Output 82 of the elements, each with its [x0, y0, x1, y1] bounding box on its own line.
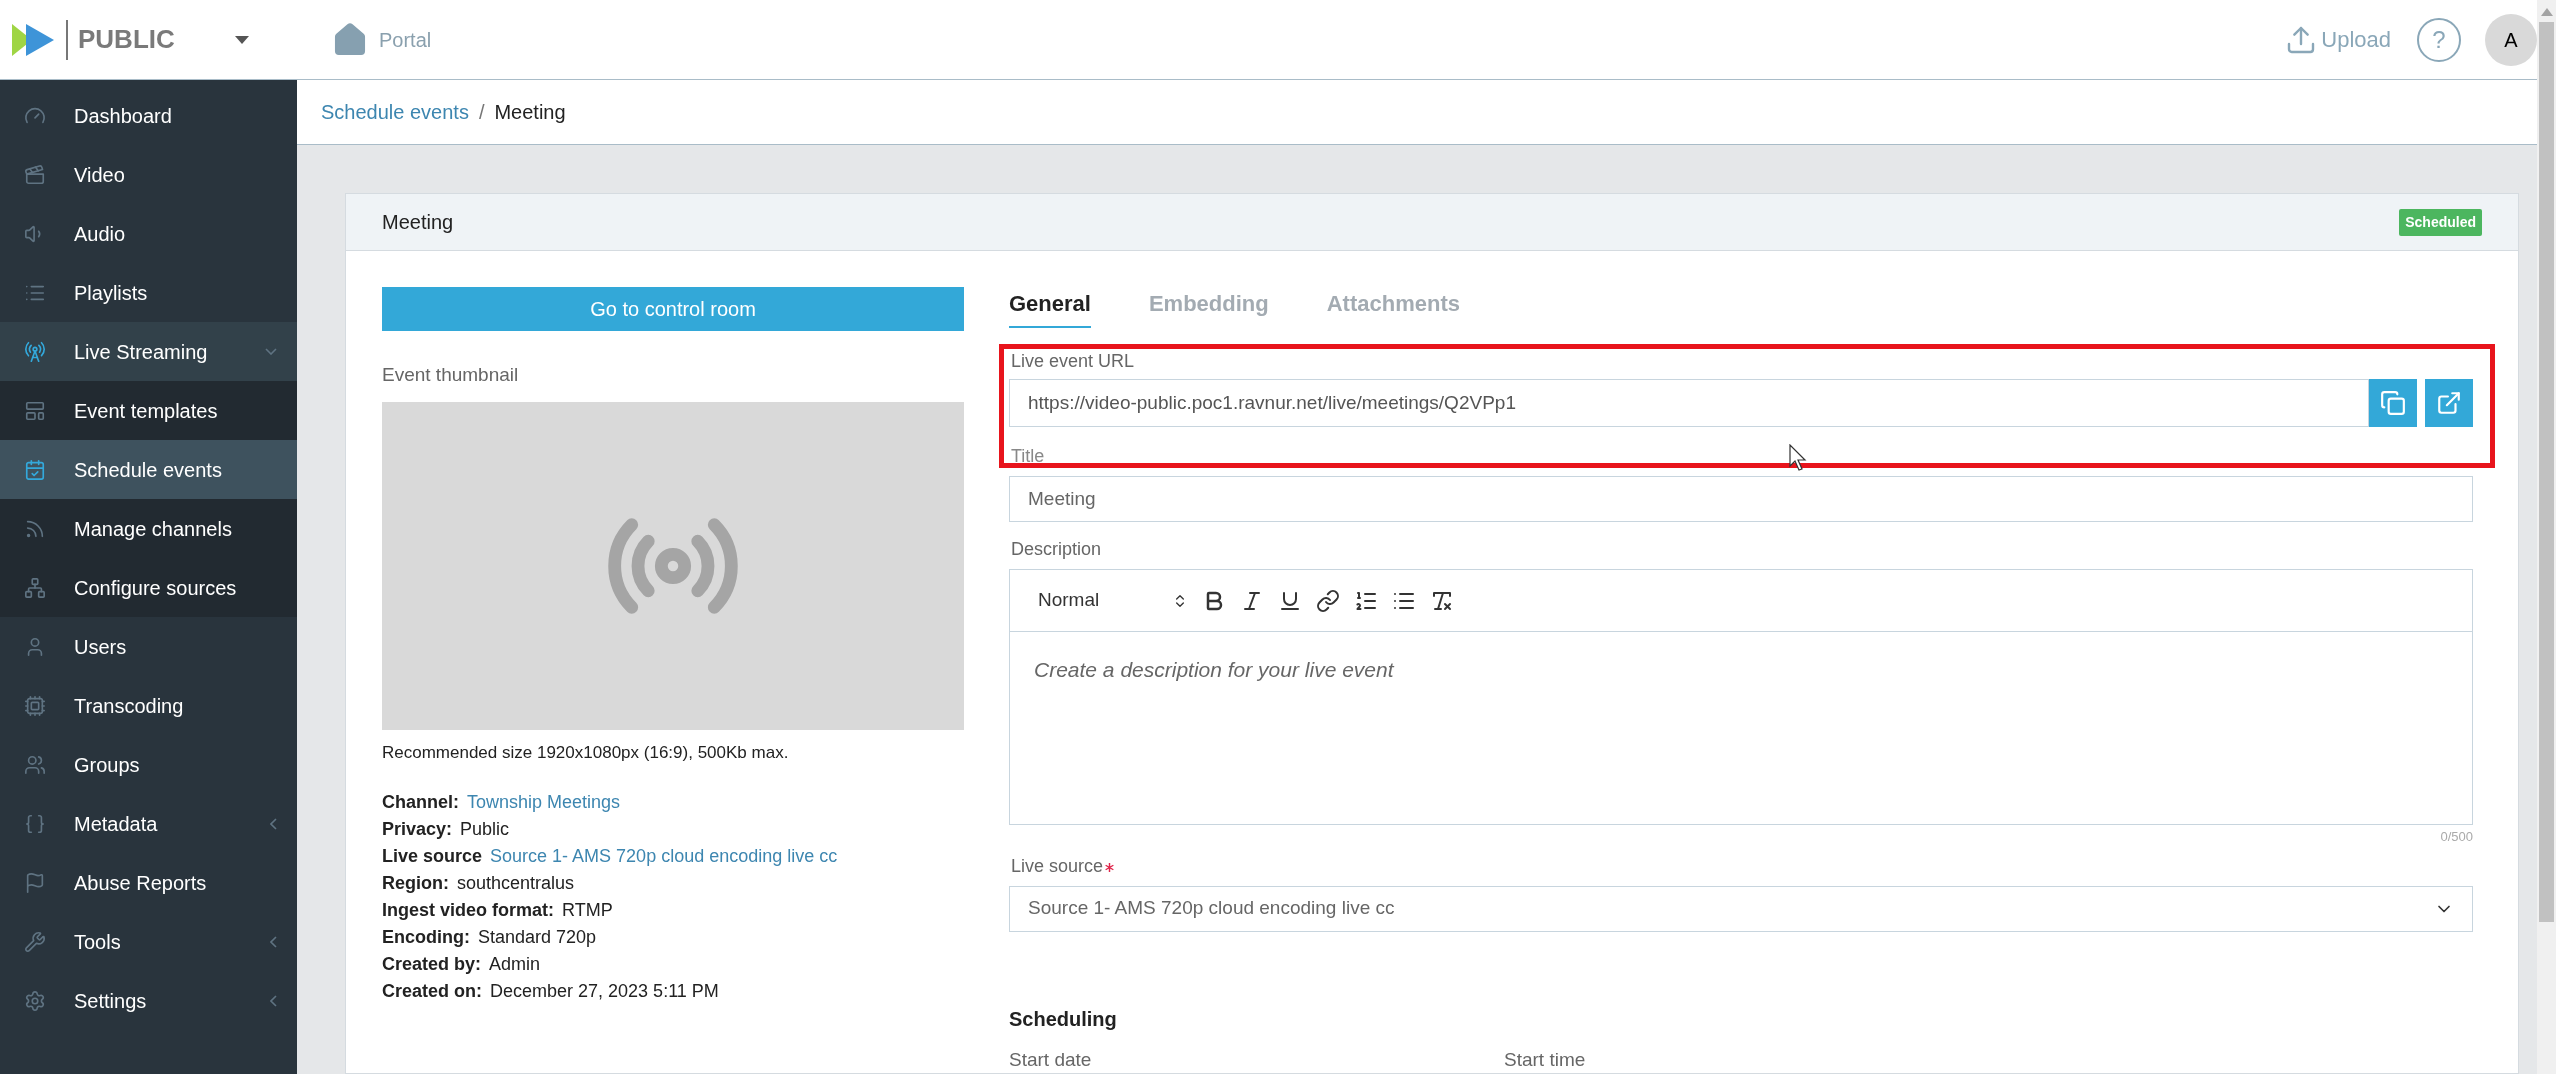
field-label: Title [1010, 445, 1045, 468]
detail-value: RTMP [562, 899, 613, 922]
settings-icon [24, 989, 46, 1012]
title-field[interactable]: Meeting [1009, 476, 2473, 522]
caret-icon[interactable] [234, 35, 249, 44]
sidebar-item[interactable]: Configure sources [0, 558, 297, 617]
external-link-icon [2436, 390, 2462, 416]
film-icon [24, 163, 46, 186]
detail-link[interactable]: Source 1- AMS 720p cloud encoding live cc [490, 843, 838, 869]
detail-label: Created by: [382, 953, 482, 976]
sidebar-item[interactable]: Playlists [0, 263, 297, 322]
sidebar-item[interactable]: Event templates [0, 381, 297, 440]
sidebar-item[interactable]: Groups [0, 735, 297, 794]
detail-value: December 27, 2023 5:11 PM [490, 980, 719, 1003]
tab[interactable]: General [1009, 287, 1091, 328]
description-field[interactable]: Create a description for your live event [1010, 632, 2472, 824]
sidebar-item[interactable]: Audio [0, 204, 297, 263]
status-badge: Scheduled [2399, 208, 2482, 236]
hierarchy-icon [24, 576, 46, 599]
field-label: Start time [1504, 1047, 1586, 1072]
field-label: Start date [1009, 1047, 1093, 1072]
field-label: Description [1010, 538, 1102, 561]
sidebar-item[interactable]: Users [0, 617, 297, 676]
scrollbar[interactable] [2537, 0, 2556, 1074]
detail-value: Admin [489, 953, 541, 976]
thumbnail-hint: Recommended size 1920x1080px (16:9), 500Kb max. [382, 741, 790, 764]
chevron-left-icon [270, 935, 277, 948]
sidebar-item[interactable]: Abuse Reports [0, 853, 297, 912]
chip-icon [24, 694, 46, 717]
sidebar-item[interactable]: Dashboard [0, 86, 297, 145]
wrench-icon [24, 930, 46, 953]
copy-button[interactable] [2369, 379, 2417, 427]
chevron-down-icon [265, 348, 277, 355]
sidebar-item[interactable]: Transcoding [0, 676, 297, 735]
avatar[interactable]: A [2485, 13, 2537, 66]
chevron-left-icon [270, 994, 277, 1007]
thumbnail-placeholder[interactable] [382, 401, 964, 730]
antenna-icon [24, 340, 46, 363]
cursor-icon [1789, 444, 1809, 472]
detail-label: Privacy: [382, 818, 453, 841]
copy-icon [2380, 390, 2406, 416]
sidebar-item[interactable]: Schedule events [0, 440, 297, 499]
character-counter: 0/500 [2440, 828, 2473, 846]
detail-label: Encoding: [382, 926, 470, 949]
url-field[interactable]: https://video-public.poc1.ravnur.net/live/meetings/Q2VPp1 [1009, 379, 2369, 427]
breadcrumb-link[interactable]: Schedule events [321, 97, 469, 127]
detail-link[interactable]: Township Meetings [467, 789, 621, 815]
people-icon [24, 753, 46, 776]
sidebar-item[interactable]: Manage channels [0, 499, 297, 558]
sidebar-item[interactable]: Video [0, 145, 297, 204]
logo-icon [12, 21, 56, 58]
chevron-left-icon [270, 817, 277, 830]
description-editor[interactable]: Normal Create a description for your live event [1009, 569, 2473, 825]
braces-icon [24, 812, 46, 835]
detail-label: Live source [382, 845, 483, 868]
detail-label: Ingest video format: [382, 899, 555, 922]
sidebar-item[interactable]: Live Streaming [0, 322, 297, 381]
card-title: Meeting [382, 210, 455, 235]
breadcrumb-current: Meeting [494, 100, 566, 125]
field-label: Live source [1011, 854, 1104, 878]
calendar-icon [24, 458, 46, 481]
detail-value: Public [460, 818, 510, 841]
layout-icon [24, 399, 46, 422]
format-select[interactable]: Normal [1038, 586, 1188, 615]
detail-label: Created on: [382, 980, 482, 1003]
flag-icon [24, 871, 46, 894]
sidebar-item[interactable]: Settings [0, 971, 297, 1030]
sidebar-item[interactable]: Metadata [0, 794, 297, 853]
open-link-button[interactable] [2425, 379, 2473, 427]
detail-value: Standard 720p [478, 926, 597, 949]
detail-label: Region: [382, 872, 449, 895]
detail-label: Channel: [382, 791, 459, 814]
link-icon[interactable] [1316, 588, 1340, 613]
sidebar-item[interactable]: Tools [0, 912, 297, 971]
scroll-thumb[interactable] [2539, 22, 2554, 922]
field-label: Live event URL [1010, 350, 1136, 373]
live-source-select[interactable]: Source 1- AMS 720p cloud encoding live cc [1009, 885, 2473, 932]
section-heading: Scheduling [1009, 1006, 1117, 1032]
brand-name: PUBLIC [78, 23, 175, 56]
detail-value: southcentralus [457, 872, 575, 895]
thumbnail-label: Event thumbnail [382, 363, 520, 387]
breadcrumb-separator: / [478, 100, 485, 125]
